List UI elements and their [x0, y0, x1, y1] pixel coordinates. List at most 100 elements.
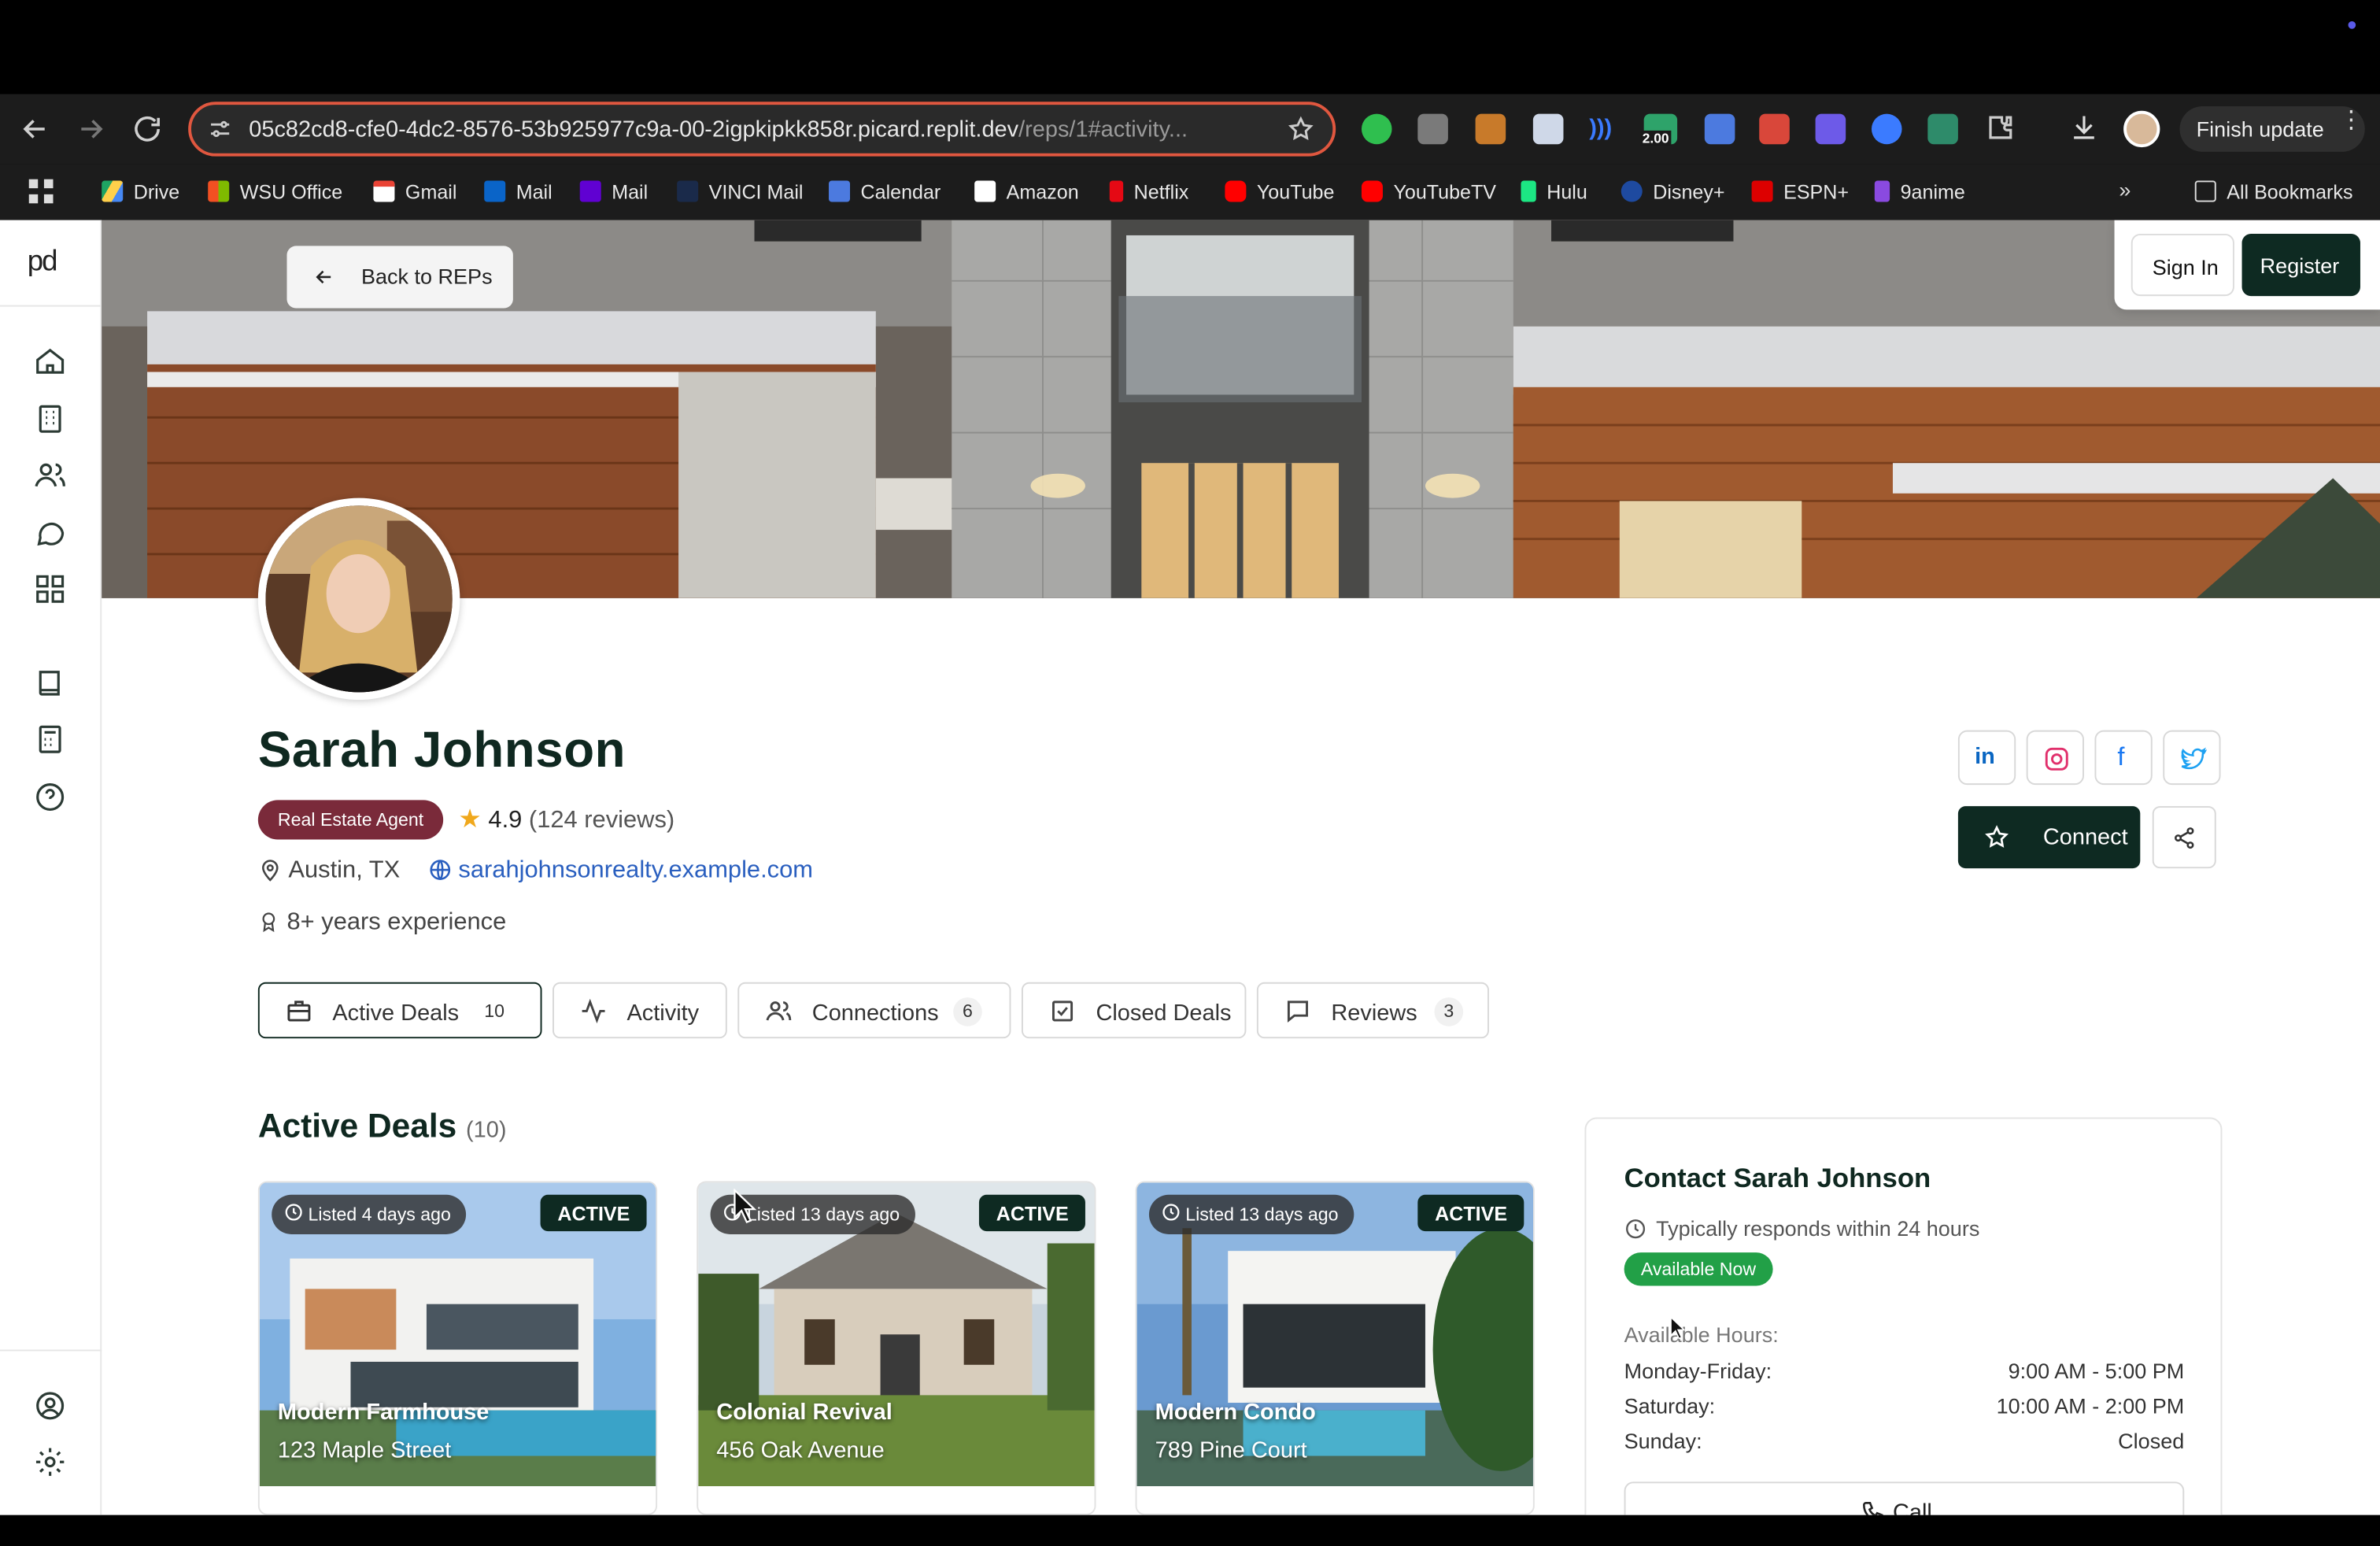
url-text[interactable]: 05c82cd8-cfe0-4dc2-8576-53b925977c9a-00-…: [249, 117, 1266, 143]
role-badge: Real Estate Agent: [257, 800, 444, 840]
briefcase-icon: [286, 997, 313, 1025]
address-bar[interactable]: 05c82cd8-cfe0-4dc2-8576-53b925977c9a-00-…: [188, 102, 1336, 157]
site-info-icon[interactable]: [208, 117, 232, 142]
bookmark-drive[interactable]: Drive: [102, 180, 179, 205]
deal-photo: Listed 4 days ago ACTIVE Modern Farmhous…: [259, 1182, 656, 1487]
forward-arrow-icon[interactable]: [75, 113, 108, 146]
reviews-count: (124 reviews): [528, 808, 675, 834]
deal-card[interactable]: Listed 13 days ago ACTIVE Modern Condo 7…: [1135, 1181, 1535, 1515]
bookmark-netflix[interactable]: Netflix: [1109, 180, 1188, 205]
extension-speed-icon[interactable]: 2.00: [1640, 113, 1678, 146]
tab-activity[interactable]: Activity: [552, 982, 727, 1039]
download-icon[interactable]: [2069, 113, 2100, 143]
extensions-puzzle-icon[interactable]: [1986, 113, 2016, 143]
location: Austin, TX: [258, 858, 400, 886]
call-button[interactable]: Call: [1624, 1481, 2185, 1515]
deal-title: Modern Farmhouse: [277, 1400, 490, 1426]
linkedin-icon[interactable]: in: [1957, 730, 2016, 786]
hours-row: Monday-Friday: 9:00 AM - 5:00 PM: [1624, 1359, 2185, 1383]
extension-wave-icon[interactable]: ))): [1589, 116, 1612, 142]
bookmark-disney[interactable]: Disney+: [1621, 180, 1725, 205]
hours-label: Available Hours:: [1624, 1322, 1779, 1347]
instagram-icon[interactable]: [2026, 730, 2084, 786]
bookmark-vinci-mail[interactable]: VINCI Mail: [677, 180, 803, 205]
youtubetv-icon: [1361, 180, 1383, 202]
home-icon[interactable]: [33, 345, 66, 378]
bookmark-youtubetv[interactable]: YouTubeTV: [1361, 180, 1496, 205]
all-bookmarks[interactable]: All Bookmarks: [2194, 180, 2352, 205]
bookmark-youtube[interactable]: YouTube: [1225, 180, 1334, 205]
bookmark-outlook-mail[interactable]: Mail: [484, 180, 552, 205]
profile-name: Sarah Johnson: [257, 721, 626, 778]
building-icon[interactable]: [33, 402, 66, 435]
dashboard-icon[interactable]: [33, 572, 66, 605]
account-icon[interactable]: [33, 1389, 66, 1422]
bookmark-gmail[interactable]: Gmail: [373, 180, 456, 205]
register-button[interactable]: Register: [2241, 234, 2360, 297]
deal-address: 456 Oak Avenue: [716, 1437, 885, 1464]
rating-value: 4.9: [488, 808, 523, 834]
app-logo[interactable]: pd: [28, 246, 58, 279]
rail-divider-bottom: [0, 1349, 102, 1352]
chat-icon[interactable]: [33, 516, 66, 549]
calculator-icon[interactable]: [33, 723, 66, 756]
bookmark-espn[interactable]: ESPN+: [1751, 180, 1849, 205]
finish-update-button[interactable]: Finish update: [2179, 106, 2365, 152]
extension-todoist-icon[interactable]: [1759, 113, 1790, 145]
calendar-icon: [829, 180, 851, 202]
bookmark-wsu-office[interactable]: WSU Office: [208, 180, 342, 205]
clock-icon: [1161, 1202, 1181, 1222]
office-icon: [208, 180, 230, 202]
back-to-reps-button[interactable]: Back to REPs: [286, 246, 513, 309]
tab-closed-deals[interactable]: Closed Deals: [1021, 982, 1247, 1039]
tab-active-deals[interactable]: Active Deals 10: [257, 982, 542, 1039]
tab-connections[interactable]: Connections 6: [737, 982, 1011, 1039]
sidebar-rail: pd: [0, 220, 102, 1515]
book-icon[interactable]: [33, 667, 66, 700]
screen: 05c82cd8-cfe0-4dc2-8576-53b925977c9a-00-…: [0, 0, 2380, 1546]
bookmark-star-icon[interactable]: [1287, 116, 1314, 143]
phone-icon: [1861, 1500, 1885, 1515]
bookmark-hulu[interactable]: Hulu: [1521, 180, 1587, 205]
connect-button[interactable]: Connect: [1957, 806, 2141, 869]
extension-shield-icon[interactable]: [1815, 113, 1846, 145]
deal-address: 789 Pine Court: [1155, 1437, 1307, 1464]
extension-green-icon[interactable]: [1361, 113, 1392, 145]
bookmark-amazon[interactable]: Amazon: [974, 180, 1079, 205]
twitter-icon[interactable]: [2163, 730, 2221, 786]
deal-photo: Listed 13 days ago ACTIVE Modern Condo 7…: [1136, 1182, 1533, 1487]
users-icon[interactable]: [33, 458, 66, 491]
extension-calendar-icon[interactable]: [1704, 113, 1735, 145]
more-bookmarks-icon[interactable]: »: [2119, 178, 2131, 202]
sign-in-button[interactable]: Sign In: [2131, 234, 2234, 297]
back-arrow-icon[interactable]: [18, 113, 51, 146]
map-pin-icon: [258, 858, 283, 882]
reload-icon[interactable]: [131, 113, 164, 146]
share-button[interactable]: [2152, 806, 2216, 869]
bookmark-calendar[interactable]: Calendar: [829, 180, 941, 205]
extension-info-icon[interactable]: [1871, 113, 1902, 145]
deal-card[interactable]: Listed 4 days ago ACTIVE Modern Farmhous…: [257, 1181, 658, 1515]
profile-avatar-icon[interactable]: [2123, 110, 2160, 148]
extension-orange-icon[interactable]: [1475, 113, 1506, 145]
hours-row: Saturday: 10:00 AM - 2:00 PM: [1624, 1393, 2185, 1418]
bookmark-9anime[interactable]: 9anime: [1874, 180, 1965, 205]
browser-menu-icon[interactable]: ⋮: [2339, 109, 2363, 133]
apps-grid-icon[interactable]: [28, 179, 54, 204]
facebook-icon[interactable]: f: [2094, 730, 2153, 786]
users-icon: [765, 997, 793, 1025]
settings-gear-icon[interactable]: [33, 1445, 66, 1478]
arrow-left-icon: [312, 266, 335, 289]
hours-row: Sunday: Closed: [1624, 1428, 2185, 1453]
website-link[interactable]: sarahjohnsonrealty.example.com: [428, 858, 813, 886]
extension-s-icon[interactable]: [1927, 113, 1958, 145]
extension-window-icon[interactable]: [1532, 113, 1564, 145]
folder-icon: [2194, 180, 2216, 202]
star-icon: ★: [458, 804, 482, 834]
help-icon[interactable]: [33, 780, 66, 813]
extension-gray-icon[interactable]: [1417, 113, 1448, 145]
tab-count: 6: [953, 997, 982, 1026]
bookmark-yahoo-mail[interactable]: Mail: [579, 180, 648, 205]
deal-card[interactable]: Listed 13 days ago ACTIVE Colonial Reviv…: [697, 1181, 1096, 1515]
tab-reviews[interactable]: Reviews 3: [1256, 982, 1489, 1039]
